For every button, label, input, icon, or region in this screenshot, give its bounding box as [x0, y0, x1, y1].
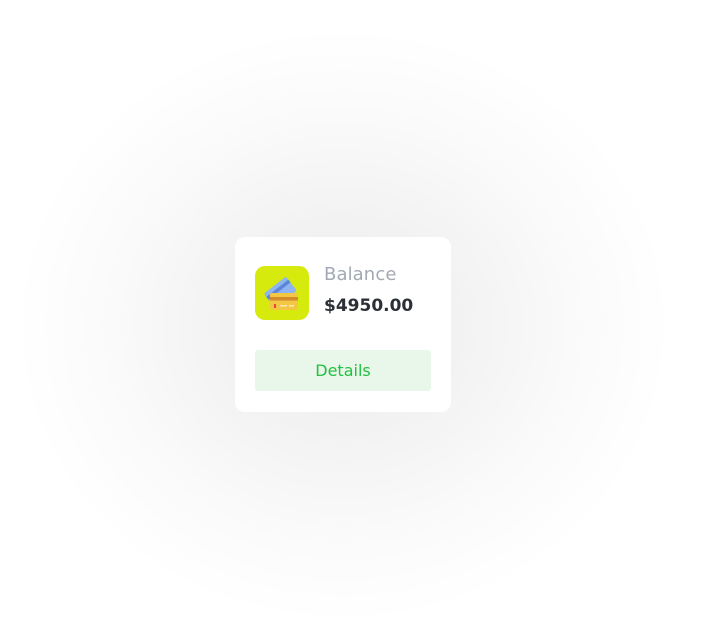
balance-amount: $4950.00: [324, 296, 414, 316]
credit-card-icon: [255, 266, 309, 320]
balance-card: Balance $4950.00 Details: [235, 237, 451, 412]
balance-label: Balance: [324, 264, 397, 285]
details-button[interactable]: Details: [255, 350, 431, 391]
